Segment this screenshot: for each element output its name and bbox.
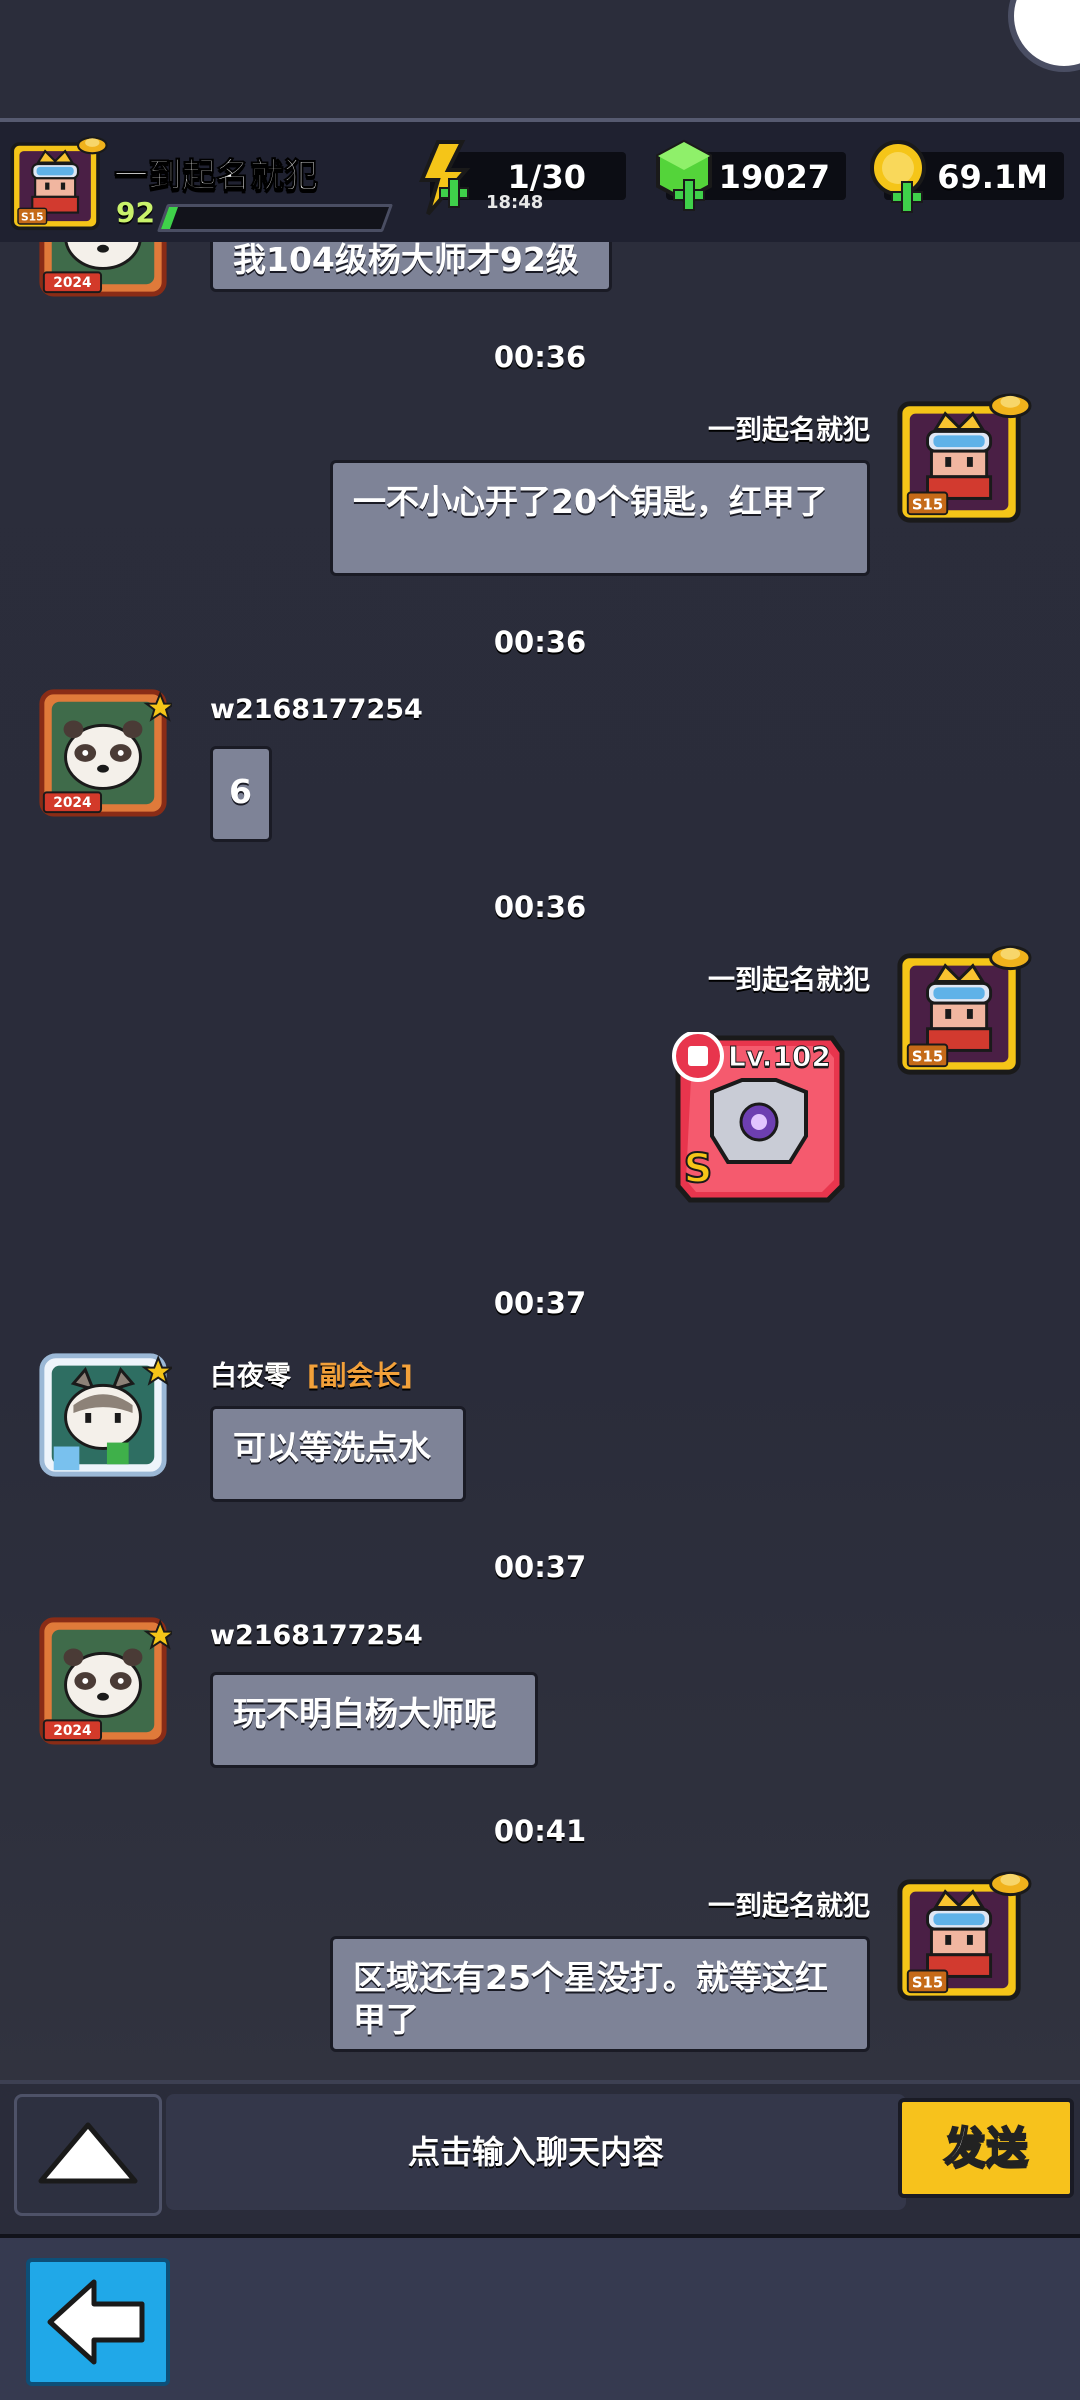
sender-name: 一到起名就犯 — [708, 415, 870, 446]
sender-avatar[interactable] — [34, 1610, 172, 1748]
chat-input[interactable]: 点击输入聊天内容 — [166, 2094, 906, 2210]
timestamp: 00:36 — [493, 625, 587, 659]
message-text: 可以等洗点水 — [233, 1428, 431, 1467]
message-text: 玩不明白杨大师呢 — [233, 1694, 497, 1733]
sender-avatar[interactable] — [34, 682, 172, 820]
player-name: 一到起名就犯 — [114, 156, 319, 197]
status-strip — [0, 0, 1080, 118]
chevron-up-icon — [38, 2122, 138, 2184]
timestamp: 00:37 — [493, 1550, 587, 1584]
energy-bolt-icon[interactable] — [414, 140, 474, 220]
player-avatar[interactable] — [8, 134, 108, 234]
arrow-left-icon — [47, 2279, 145, 2365]
item-level: Lv.102 — [728, 1040, 832, 1074]
send-button[interactable]: 发送 — [898, 2098, 1074, 2198]
shared-item-card[interactable]: S Lv.102 — [672, 1030, 846, 1206]
xp-fill — [160, 207, 178, 229]
back-button[interactable] — [26, 2258, 170, 2386]
chat-log[interactable]: 我104级杨大师才92级 00:36 一到起名就犯 一不小心开了20个钥匙，红甲… — [0, 242, 1080, 2082]
gem-icon[interactable] — [652, 138, 716, 218]
message-text: 我104级杨大师才92级 — [233, 242, 579, 279]
message-text: 6 — [229, 772, 252, 811]
timestamp: 00:36 — [493, 340, 587, 374]
message-bubble: 6 — [210, 746, 272, 842]
energy-timer: 18:48 — [486, 192, 544, 213]
sender-name: 一到起名就犯 — [708, 965, 870, 996]
item-grade: S — [684, 1146, 713, 1192]
player-level: 92 — [116, 196, 155, 229]
message-text: 区域还有25个星没打。就等这红甲了 — [353, 1958, 828, 2039]
partial-avatar[interactable] — [34, 242, 172, 300]
message-bubble: 玩不明白杨大师呢 — [210, 1672, 538, 1768]
timestamp: 00:41 — [493, 1814, 587, 1848]
gold-value: 69.1M — [937, 158, 1048, 196]
corner-badge-icon[interactable] — [1008, 0, 1080, 72]
sender-name: w2168177254 — [210, 694, 423, 725]
message-bubble: 区域还有25个星没打。就等这红甲了 — [330, 1936, 870, 2052]
sender-avatar[interactable] — [34, 1344, 172, 1482]
message-bubble: 一不小心开了20个钥匙，红甲了 — [330, 460, 870, 576]
chat-input-bar: 点击输入聊天内容 发送 — [0, 2080, 1080, 2242]
sender-name-text: 白夜零 — [210, 1361, 291, 1392]
timestamp: 00:36 — [493, 890, 587, 924]
message-text: 一不小心开了20个钥匙，红甲了 — [353, 482, 828, 521]
gems-value: 19027 — [718, 158, 830, 196]
role-badge: [副会长] — [307, 1361, 413, 1392]
sender-avatar[interactable] — [894, 390, 1032, 528]
xp-bar — [156, 204, 394, 232]
player-header: 一到起名就犯 92 1/30 18:48 19027 69.1M — [0, 118, 1080, 246]
bottom-nav — [0, 2238, 1080, 2400]
energy-value: 1/30 — [507, 158, 586, 196]
expand-button[interactable] — [14, 2094, 162, 2216]
sender-avatar[interactable] — [894, 1868, 1032, 2006]
message-bubble: 我104级杨大师才92级 — [210, 242, 612, 292]
sender-name: w2168177254 — [210, 1620, 423, 1651]
sender-name: 一到起名就犯 — [708, 1891, 870, 1922]
sender-name: 白夜零 [副会长] — [210, 1354, 413, 1393]
timestamp: 00:37 — [493, 1286, 587, 1320]
sender-avatar[interactable] — [894, 942, 1032, 1080]
gold-coin-icon[interactable] — [868, 138, 932, 218]
message-bubble: 可以等洗点水 — [210, 1406, 466, 1502]
